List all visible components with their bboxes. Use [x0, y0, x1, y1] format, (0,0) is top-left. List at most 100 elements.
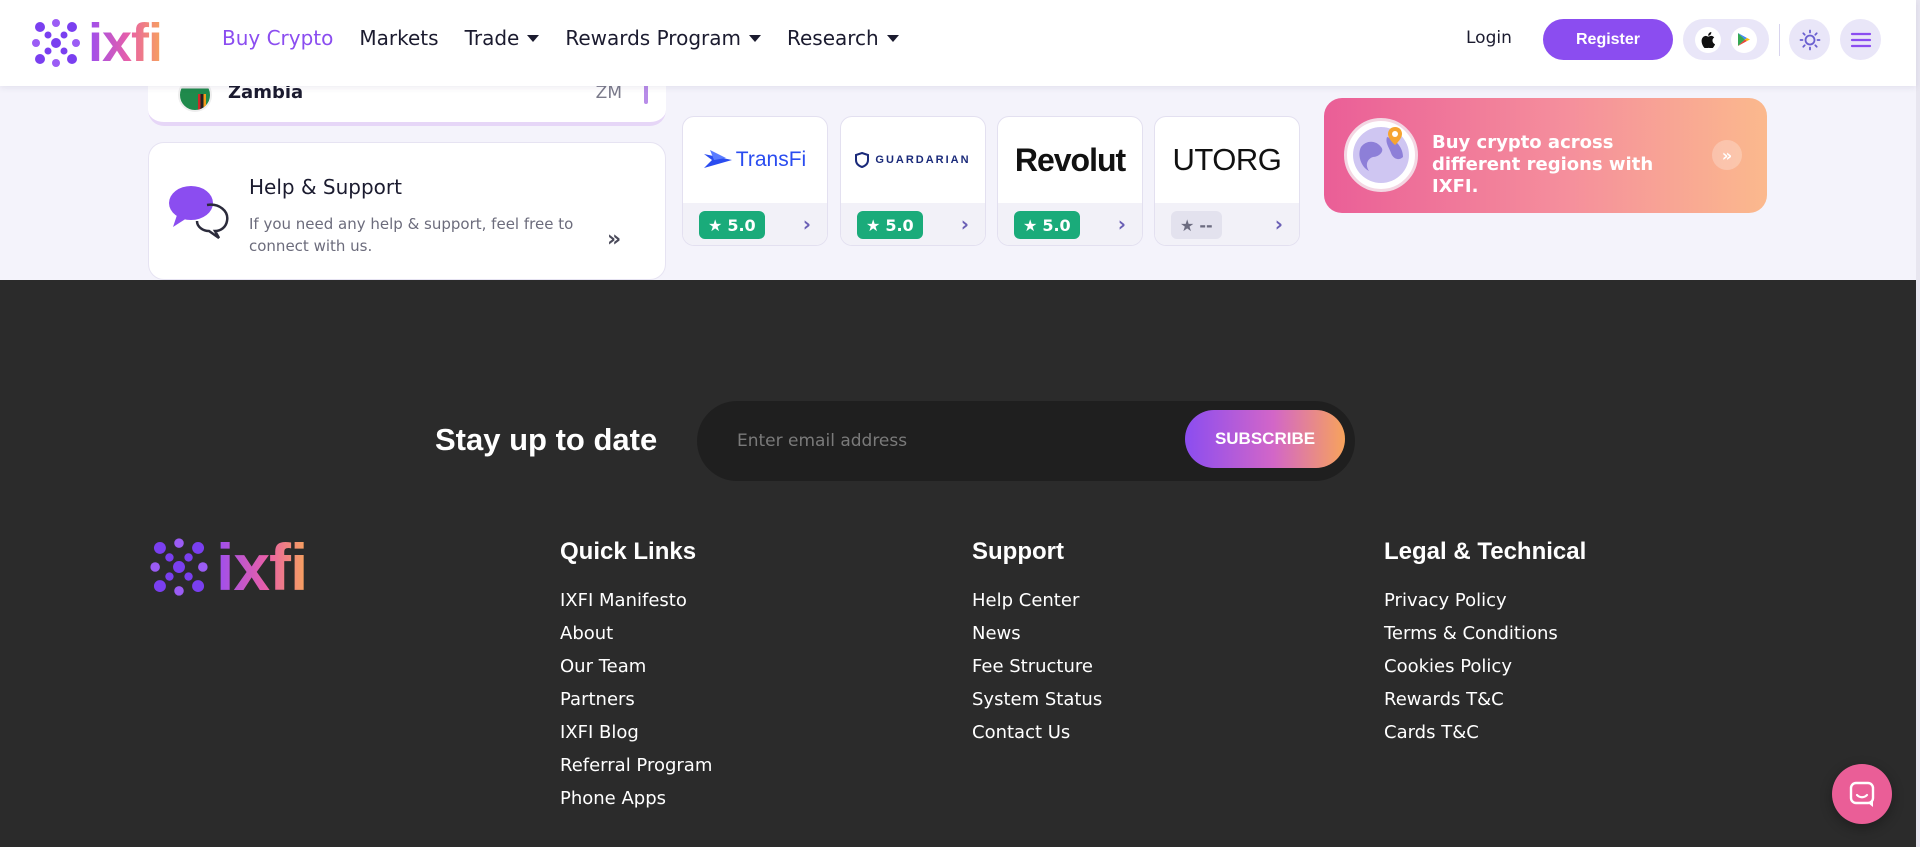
revolut-logo: Revolut	[998, 117, 1142, 203]
star-icon: ★	[866, 215, 881, 235]
rating-badge: ★ 5.0	[857, 211, 923, 239]
caret-down-icon	[527, 34, 540, 42]
footer-column-support: Support Help Center News Fee Structure S…	[972, 538, 1102, 749]
help-title: Help & Support	[249, 175, 402, 199]
provider-footer: ★ 5.0 ›	[841, 203, 985, 245]
provider-footer: ★ 5.0 ›	[998, 203, 1142, 245]
register-button[interactable]: Register	[1543, 19, 1673, 60]
live-chat-button[interactable]	[1832, 764, 1892, 824]
logo-wordmark: ixfi	[88, 13, 163, 73]
footer-link-ixfi-blog[interactable]: IXFI Blog	[560, 716, 712, 749]
hamburger-menu-button[interactable]	[1840, 19, 1881, 60]
rating-value: 5.0	[885, 215, 914, 235]
apple-icon[interactable]	[1695, 26, 1721, 53]
subscribe-button[interactable]: SUBSCRIBE	[1185, 410, 1345, 468]
footer-link-contact-us[interactable]: Contact Us	[972, 716, 1102, 749]
footer-link-phone-apps[interactable]: Phone Apps	[560, 782, 712, 815]
country-code: ZM	[595, 83, 622, 103]
nav-label: Trade	[464, 26, 520, 50]
rating-value: --	[1199, 215, 1213, 235]
caret-down-icon	[886, 34, 899, 42]
rating-value: 5.0	[1042, 215, 1071, 235]
buy-crypto-section: Zambia ZM Help & Support If you need any…	[0, 42, 1916, 280]
chat-icon	[1849, 781, 1875, 807]
star-icon: ★	[708, 215, 723, 235]
help-description: If you need any help & support, feel fre…	[249, 215, 574, 255]
top-navigation: ixfi Buy Crypto Markets Trade Rewards Pr…	[0, 0, 1916, 86]
footer-link-rewards-tc[interactable]: Rewards T&C	[1384, 683, 1586, 716]
nav-label: Markets	[359, 26, 439, 50]
footer-link-fee-structure[interactable]: Fee Structure	[972, 650, 1102, 683]
help-support-card[interactable]: Help & Support If you need any help & su…	[148, 142, 666, 280]
footer-link-cards-tc[interactable]: Cards T&C	[1384, 716, 1586, 749]
chevron-right-icon[interactable]: ›	[803, 212, 811, 236]
star-icon: ★	[1180, 215, 1195, 235]
footer-link-privacy-policy[interactable]: Privacy Policy	[1384, 584, 1586, 617]
footer-column-title: Legal & Technical	[1384, 538, 1587, 565]
nav-label: Rewards Program	[565, 26, 741, 50]
main-menu: Buy Crypto Markets Trade Rewards Program…	[222, 26, 899, 50]
utorg-logo: UTORG	[1155, 117, 1299, 203]
chat-bubbles-icon	[169, 186, 229, 239]
email-input[interactable]	[737, 421, 1157, 461]
footer-column-title: Support	[972, 538, 1064, 565]
footer-column-title: Quick Links	[560, 538, 697, 565]
footer-link-ixfi-manifesto[interactable]: IXFI Manifesto	[560, 584, 712, 617]
provider-footer: ★ 5.0 ›	[683, 203, 827, 245]
footer-link-about[interactable]: About	[560, 617, 712, 650]
google-play-icon[interactable]	[1731, 26, 1757, 53]
provider-card-transfi[interactable]: TransFi ★ 5.0 ›	[682, 116, 828, 246]
transfi-logo: TransFi	[683, 117, 827, 203]
ixfi-logo-mark-icon	[32, 19, 80, 67]
logo-wordmark: ixfi	[216, 530, 308, 604]
menu-icon	[1850, 32, 1871, 47]
footer-link-our-team[interactable]: Our Team	[560, 650, 712, 683]
guardarian-logo: GUARDARIAN	[841, 117, 985, 203]
provider-footer: ★ -- ›	[1155, 203, 1299, 245]
nav-trade[interactable]: Trade	[465, 26, 540, 50]
provider-name: UTORG	[1172, 142, 1282, 177]
footer-link-terms-conditions[interactable]: Terms & Conditions	[1384, 617, 1586, 650]
promo-text: Buy crypto across different regions with…	[1432, 132, 1654, 197]
star-icon: ★	[1023, 215, 1038, 235]
subscribe-form: SUBSCRIBE	[697, 401, 1355, 481]
nav-rewards-program[interactable]: Rewards Program	[565, 26, 761, 50]
ixfi-logo[interactable]: ixfi	[30, 13, 163, 73]
footer-ixfi-logo[interactable]: ixfi	[148, 530, 308, 604]
provider-card-guardarian[interactable]: GUARDARIAN ★ 5.0 ›	[840, 116, 986, 246]
ixfi-logo-mark-icon	[150, 538, 208, 596]
nav-label: Research	[786, 26, 879, 50]
footer-link-help-center[interactable]: Help Center	[972, 584, 1102, 617]
nav-research[interactable]: Research	[787, 26, 899, 50]
nav-markets[interactable]: Markets	[359, 26, 438, 50]
double-chevron-right-icon[interactable]: »	[1712, 140, 1742, 170]
footer-link-cookies-policy[interactable]: Cookies Policy	[1384, 650, 1586, 683]
rating-value: 5.0	[727, 215, 756, 235]
promo-banner[interactable]: Buy crypto across different regions with…	[1324, 98, 1767, 213]
globe-icon	[1344, 118, 1418, 192]
theme-toggle-button[interactable]	[1789, 19, 1830, 60]
nav-label: Buy Crypto	[222, 26, 334, 50]
login-link[interactable]: Login	[1466, 28, 1512, 48]
double-chevron-right-icon[interactable]: »	[607, 227, 621, 252]
provider-card-utorg[interactable]: UTORG ★ -- ›	[1154, 116, 1300, 246]
caret-down-icon	[748, 34, 761, 42]
shield-icon	[855, 152, 870, 168]
footer-link-referral-program[interactable]: Referral Program	[560, 749, 712, 782]
provider-card-revolut[interactable]: Revolut ★ 5.0 ›	[997, 116, 1143, 246]
rating-badge: ★ --	[1171, 211, 1222, 239]
chevron-right-icon[interactable]: ›	[1275, 212, 1283, 236]
footer-link-news[interactable]: News	[972, 617, 1102, 650]
chevron-right-icon[interactable]: ›	[1118, 212, 1126, 236]
subscribe-title: Stay up to date	[435, 422, 658, 457]
nav-divider	[1779, 24, 1780, 56]
footer-column-legal: Legal & Technical Privacy Policy Terms &…	[1384, 538, 1586, 749]
footer-link-partners[interactable]: Partners	[560, 683, 712, 716]
footer-link-system-status[interactable]: System Status	[972, 683, 1102, 716]
nav-buy-crypto[interactable]: Buy Crypto	[222, 26, 333, 50]
chevron-right-icon[interactable]: ›	[961, 212, 969, 236]
sun-icon	[1799, 29, 1820, 50]
footer-column-quick-links: Quick Links IXFI Manifesto About Our Tea…	[560, 538, 712, 815]
provider-name: GUARDARIAN	[875, 154, 971, 166]
page-scrollbar[interactable]	[1916, 0, 1920, 847]
